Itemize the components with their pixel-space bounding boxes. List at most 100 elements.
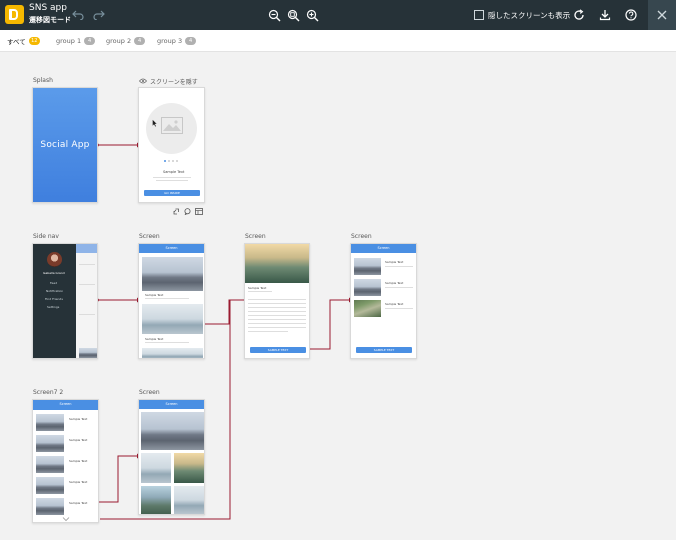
link-icon[interactable] [173,208,180,215]
screen-card-gallery[interactable]: Screen [138,399,205,515]
show-hidden-toggle[interactable]: 隠したスクリーンも表示 [474,7,570,23]
connector-feed-detail [202,299,244,325]
feed-photo [142,304,203,334]
text-line [145,298,189,299]
close-button[interactable] [648,0,676,30]
screen-card-list[interactable]: Screen Sample Text Sample Text Sample Te… [350,243,417,359]
screen-label-feed: Screen [139,233,160,240]
menu-item-notification[interactable]: Notification [46,289,63,293]
group-tabs: すべて 12 group 1 4 group 2 4 group 3 4 [0,30,676,52]
chevron-down-icon[interactable] [62,516,70,522]
text-line [79,314,95,315]
text-line [79,284,95,285]
screen-card-splash[interactable]: Social App [32,87,98,203]
list-sample-button[interactable]: SAMPLE TEXT [356,347,412,353]
go-inside-button[interactable]: GO INSIDE [144,190,200,196]
text-line [248,331,288,332]
help-icon[interactable] [622,6,640,24]
tab-label: group 2 [106,37,132,45]
mini-header: Screen [139,244,204,253]
mini-header: Screen [33,400,98,410]
tab-all[interactable]: すべて 12 [7,35,40,47]
list-thumbnail [36,435,64,452]
list-thumbnail [36,477,64,494]
screen-card-screen7-2[interactable]: Screen Sample Text Sample Text Sample Te… [32,399,99,523]
text-line [248,319,306,320]
screen-label-list: Screen [351,233,372,240]
app-name: SNS app [29,3,67,13]
tab-label: group 3 [157,37,183,45]
top-toolbar: SNS app 遷移図モード 隠したスクリーンも表示 [0,0,676,30]
text-line [248,311,306,312]
card-tools [173,206,203,216]
menu-item-find-friends[interactable]: Find Friends [45,297,63,301]
tab-count-badge: 4 [84,37,96,45]
refresh-icon[interactable] [570,6,588,24]
undo-icon[interactable] [69,6,87,24]
tab-group-1[interactable]: group 1 4 [56,35,96,47]
tab-label: すべて [7,38,26,46]
gallery-photo [141,453,171,483]
tab-label: group 1 [56,37,82,45]
menu-item-feed[interactable]: Feed [50,281,57,285]
screen-card-walkthrough[interactable]: Sample Text GO INSIDE [138,87,205,203]
zoom-fit-icon[interactable] [284,6,302,24]
list-thumbnail [354,279,381,296]
show-hidden-checkbox[interactable] [474,10,484,20]
redo-icon[interactable] [90,6,108,24]
gallery-photo [141,486,171,514]
zoom-in-icon[interactable] [303,6,321,24]
connector-screen7-gallery [95,455,137,503]
close-icon [657,10,667,20]
sample-text: Sample Text [69,480,88,484]
feed-photo [142,257,203,291]
layout-icon[interactable] [195,207,203,215]
overlay-photo [79,348,97,358]
gallery-photo [174,486,204,514]
sample-text: Sample Text [385,281,404,285]
screen-label-screen7-2: Screen7 2 [33,389,64,396]
app-window: SNS app 遷移図モード 隠したスクリーンも表示 すべて 12 group … [0,0,676,540]
tab-group-2[interactable]: group 2 4 [106,35,146,47]
mode-name: 遷移図モード [29,16,71,24]
screen-card-feed[interactable]: Screen Sample Text Sample Text [138,243,205,359]
screen-label-splash: Splash [33,77,53,84]
mini-header: Screen [139,400,204,409]
screen-card-detail[interactable]: Sample Text SAMPLE TEXT [244,243,310,359]
cursor-icon [152,119,158,127]
tab-group-3[interactable]: group 3 4 [157,35,197,47]
screen-card-side-nav[interactable]: Isabella Grand Feed Notification Find Fr… [32,243,98,359]
app-logo-icon[interactable] [5,5,24,24]
list-thumbnail [354,300,381,317]
hide-screen-label: スクリーンを隠す [150,78,198,86]
text-line [248,303,306,304]
list-thumbnail [36,414,64,431]
hide-screen-button[interactable]: スクリーンを隠す [139,77,198,86]
sample-text: Sample Text [163,170,185,174]
tab-count-badge: 12 [28,37,40,45]
image-placeholder-icon [161,117,183,134]
connector-detail-list [306,299,349,350]
user-name: Isabella Grand [43,271,65,275]
download-icon[interactable] [596,6,614,24]
zoom-out-icon[interactable] [265,6,283,24]
detail-hero-photo [245,244,309,283]
overlay-header [76,244,97,253]
sample-text: Sample Text [145,293,164,297]
comment-icon[interactable] [184,207,191,215]
avatar [47,252,62,267]
pager-dots [164,160,178,162]
sample-text: Sample Text [385,260,404,264]
sample-text: Sample Text [69,417,88,421]
transition-canvas[interactable]: Splash Social App スクリーンを隠す Sample Text G… [0,52,676,540]
sample-text: Sample Text [69,438,88,442]
gallery-hero-photo [141,412,204,450]
detail-sample-button[interactable]: SAMPLE TEXT [250,347,306,353]
text-line [248,307,306,308]
text-line [385,287,413,288]
transition-connectors [93,142,353,520]
screen-label-side-nav: Side nav [33,233,59,240]
text-line [145,342,189,343]
text-line [385,266,413,267]
menu-item-settings[interactable]: Settings [47,305,59,309]
